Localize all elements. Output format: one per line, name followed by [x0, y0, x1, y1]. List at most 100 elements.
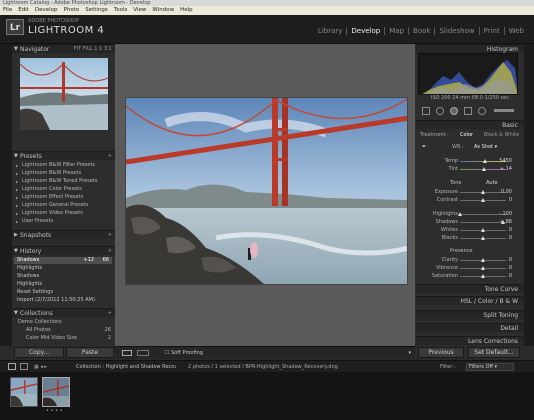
module-library[interactable]: Library [314, 27, 346, 35]
previous-button[interactable]: Previous [418, 347, 464, 358]
collapse-triangle-icon: ▼ [14, 248, 18, 254]
preset-folder[interactable]: Lightroom Effect Presets [12, 194, 115, 201]
filmstrip-thumbnail[interactable] [10, 377, 38, 407]
preset-folder[interactable]: Lightroom B&W Filter Presets [12, 162, 115, 169]
clarity-slider[interactable]: Clarity 0 [416, 257, 524, 264]
history-step[interactable]: Reset Settings [14, 289, 112, 296]
lens-corrections-header[interactable]: Lens Corrections [416, 336, 524, 345]
camera-info: ISO 200 24 mm f/8.0 1/250 sec [430, 95, 509, 101]
vibrance-slider[interactable]: Vibrance 0 [416, 265, 524, 272]
temp-slider[interactable]: Temp 5450 [416, 158, 524, 165]
history-step[interactable]: Shadows +12 66 [14, 257, 112, 264]
add-preset-icon[interactable]: + [108, 152, 112, 161]
split-toning-header[interactable]: Split Toning [416, 310, 524, 319]
preset-folder[interactable]: Lightroom General Presets [12, 202, 115, 209]
contrast-slider[interactable]: Contrast 0 [416, 197, 524, 204]
menu-tools[interactable]: Tools [114, 6, 128, 15]
navigator-zoom-options[interactable]: FIT FILL 1:1 3:1 [74, 45, 112, 54]
histogram-graph[interactable] [418, 53, 518, 95]
add-collection-icon[interactable]: + [108, 309, 112, 318]
filter-select[interactable]: Filters Off ▾ [466, 363, 514, 371]
wb-select[interactable]: As Shot ▾ [474, 144, 497, 151]
grid-view-icon[interactable]: ▦ ◂ ▸ [34, 364, 47, 371]
history-header[interactable]: ▼ History × [12, 246, 115, 255]
collection-item[interactable]: Color Mid Video Size 2 [12, 335, 115, 342]
filmstrip [0, 372, 534, 420]
filmstrip-thumbnail-selected[interactable] [42, 377, 70, 407]
shadows-slider[interactable]: Shadows + 88 [416, 219, 524, 226]
saturation-slider[interactable]: Saturation 0 [416, 273, 524, 280]
red-eye-icon[interactable] [450, 107, 458, 115]
presets-header[interactable]: ▼ Presets + [12, 151, 115, 160]
treatment-bw[interactable]: Black & White [484, 132, 519, 139]
module-develop[interactable]: Develop [346, 27, 384, 35]
filter-label: Filter : [440, 364, 456, 370]
module-slideshow[interactable]: Slideshow [434, 27, 478, 35]
preset-folder[interactable]: Lightroom B&W Presets [12, 170, 115, 177]
menu-edit[interactable]: Edit [18, 6, 29, 15]
preset-folder[interactable]: Lightroom B&W Toned Presets [12, 178, 115, 185]
right-edge-strip[interactable] [524, 44, 534, 346]
highlights-slider[interactable]: Highlights - 100 [416, 211, 524, 218]
history-step[interactable]: Highlights [14, 265, 112, 272]
treatment-color[interactable]: Color [460, 132, 473, 139]
copy-button[interactable]: Copy... [14, 347, 64, 358]
secondary-display-icon[interactable] [20, 363, 28, 370]
blacks-slider[interactable]: Blacks 0 [416, 235, 524, 242]
collapse-triangle-icon: ▼ [14, 153, 18, 159]
navigator-header[interactable]: ▼ Navigator FIT FILL 1:1 3:1 [12, 44, 115, 53]
history-step[interactable]: Shadows [14, 273, 112, 280]
paste-button[interactable]: Paste [66, 347, 114, 358]
set-default-button[interactable]: Set Default... [468, 347, 520, 358]
hsl-header[interactable]: HSL / Color / B & W [416, 296, 524, 305]
clear-history-icon[interactable]: × [108, 247, 112, 256]
crop-tool-icon[interactable] [422, 107, 430, 115]
menu-help[interactable]: Help [180, 6, 193, 15]
module-map[interactable]: Map [384, 27, 408, 35]
spot-removal-icon[interactable] [436, 107, 444, 115]
collections-header[interactable]: ▼ Collections + [12, 308, 115, 317]
histogram-header[interactable]: Histogram [416, 44, 524, 53]
collection-path[interactable]: Collection : Highlight and Shadow Recove… [76, 364, 176, 371]
snapshots-header[interactable]: ▶ Snapshots + [12, 230, 115, 239]
basic-header[interactable]: Basic [416, 120, 524, 129]
menu-develop[interactable]: Develop [35, 6, 58, 15]
toolbar-menu-icon[interactable]: ▾ [408, 350, 411, 357]
preset-folder[interactable]: User Presets [12, 218, 115, 225]
left-edge-strip[interactable] [0, 44, 12, 346]
navigator-title: Navigator [20, 46, 50, 53]
menu-window[interactable]: Window [152, 6, 174, 15]
graduated-filter-icon[interactable] [464, 107, 472, 115]
tone-label: Tone [450, 180, 462, 186]
module-print[interactable]: Print [478, 27, 504, 35]
before-after-icon[interactable] [137, 350, 149, 356]
loupe-view-icon[interactable] [122, 350, 132, 356]
auto-tone-button[interactable]: Auto [486, 180, 498, 187]
exposure-slider[interactable]: Exposure 0.00 [416, 189, 524, 196]
collection-set[interactable]: Demo Collections [12, 319, 115, 326]
module-web[interactable]: Web [503, 27, 528, 35]
menu-view[interactable]: View [133, 6, 146, 15]
soft-proofing-checkbox[interactable]: ☐ Soft Proofing [165, 350, 203, 357]
preset-folder[interactable]: Lightroom Color Presets [12, 186, 115, 193]
menu-settings[interactable]: Settings [85, 6, 108, 15]
add-snapshot-icon[interactable]: + [108, 231, 112, 240]
adjustment-brush-icon[interactable] [494, 109, 514, 112]
history-step[interactable]: Import (2/7/2012 11:50:25 AM) [14, 297, 112, 304]
whites-slider[interactable]: Whites 0 [416, 227, 524, 234]
module-book[interactable]: Book [408, 27, 434, 35]
tint-slider[interactable]: Tint + 14 [416, 166, 524, 173]
radial-filter-icon[interactable] [478, 107, 486, 115]
collection-item[interactable]: All Photos 26 [12, 327, 115, 334]
navigator-preview[interactable] [19, 58, 109, 130]
detail-header[interactable]: Detail [416, 323, 524, 332]
module-picker: Library Develop Map Book Slideshow Print… [314, 27, 528, 35]
main-photo[interactable] [125, 97, 408, 285]
menu-photo[interactable]: Photo [64, 6, 80, 15]
white-balance-picker-icon[interactable]: ✒ [422, 144, 426, 151]
tone-curve-header[interactable]: Tone Curve [416, 284, 524, 293]
preset-folder[interactable]: Lightroom Video Presets [12, 210, 115, 217]
primary-display-icon[interactable] [8, 363, 16, 370]
history-step[interactable]: Highlights [14, 281, 112, 288]
menu-file[interactable]: File [3, 6, 12, 15]
